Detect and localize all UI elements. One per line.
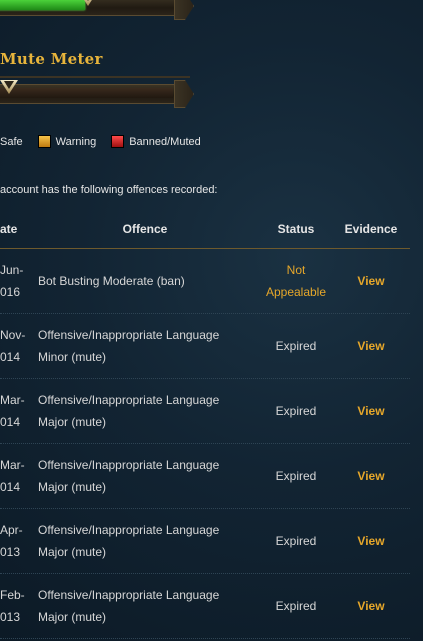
banned-swatch-icon — [111, 135, 125, 148]
table-row: Feb- 013 Offensive/Inappropriate Languag… — [0, 574, 410, 639]
offence-date-line1: Nov- — [0, 328, 26, 342]
mute-meter-bar — [0, 88, 173, 98]
evidence-cell: View — [340, 599, 402, 613]
offence-date-line2: 016 — [0, 285, 21, 299]
offence-name: Offensive/Inappropriate Language Major (… — [38, 393, 220, 429]
offence-status: Expired — [275, 404, 317, 418]
offence-status-line1: Not — [286, 263, 306, 277]
offence-name: Offensive/Inappropriate Language Major (… — [38, 588, 220, 624]
ban-meter-end-cap — [174, 0, 194, 20]
offence-status-line2: Appealable — [265, 285, 327, 299]
offence-status: Expired — [275, 534, 317, 548]
offence-date-line1: Mar- — [0, 458, 25, 472]
mute-meter — [0, 80, 196, 108]
header-evidence: Evidence — [344, 222, 398, 236]
legend-label-warning: Warning — [55, 135, 97, 148]
table-row: Jun- 016 Bot Busting Moderate (ban) Not … — [0, 249, 410, 314]
header-status: Status — [277, 222, 315, 236]
offence-name: Offensive/Inappropriate Language Minor (… — [38, 328, 220, 364]
offence-status: Not Appealable — [252, 259, 340, 303]
offence-date-line2: 014 — [0, 480, 21, 494]
legend-label-banned: Banned/Muted — [129, 135, 201, 148]
evidence-cell: View — [340, 469, 402, 483]
evidence-cell: View — [340, 339, 402, 353]
offence-date: Jun- 016 — [0, 259, 36, 303]
legend-label-safe: Safe — [0, 135, 23, 148]
offence-date: Apr- 013 — [0, 519, 36, 563]
offence-status: Expired — [275, 339, 317, 353]
offence-date-line2: 013 — [0, 610, 21, 624]
offences-intro-text: account has the following offences recor… — [0, 184, 218, 196]
offence-date: Feb- 013 — [0, 584, 36, 628]
table-row: Apr- 013 Offensive/Inappropriate Languag… — [0, 509, 410, 574]
offence-date: Mar- 014 — [0, 454, 36, 498]
offences-table: ate Offence Status Evidence Jun- 016 Bot… — [0, 210, 410, 639]
mute-meter-end-cap — [174, 80, 194, 108]
offence-date-line1: Feb- — [0, 588, 25, 602]
offence-name: Offensive/Inappropriate Language Major (… — [38, 458, 220, 494]
evidence-cell: View — [340, 534, 402, 548]
view-evidence-link[interactable]: View — [357, 469, 384, 483]
view-evidence-link[interactable]: View — [357, 339, 384, 353]
offence-date-line1: Jun- — [0, 263, 24, 277]
offence-name: Bot Busting Moderate (ban) — [38, 274, 185, 288]
table-row: Mar- 014 Offensive/Inappropriate Languag… — [0, 379, 410, 444]
ban-meter — [0, 0, 196, 20]
view-evidence-link[interactable]: View — [357, 404, 384, 418]
view-evidence-link[interactable]: View — [357, 599, 384, 613]
table-row: Nov- 014 Offensive/Inappropriate Languag… — [0, 314, 410, 379]
table-row: Mar- 014 Offensive/Inappropriate Languag… — [0, 444, 410, 509]
view-evidence-link[interactable]: View — [357, 534, 384, 548]
header-date: ate — [0, 222, 18, 236]
table-header: ate Offence Status Evidence — [0, 210, 410, 249]
offence-date: Nov- 014 — [0, 324, 36, 368]
offence-date: Mar- 014 — [0, 389, 36, 433]
offence-date-line2: 014 — [0, 350, 21, 364]
legend-item-banned: Banned/Muted — [111, 135, 201, 148]
header-offence: Offence — [122, 222, 168, 236]
mute-meter-divider — [0, 76, 190, 78]
warning-swatch-icon — [37, 135, 51, 148]
mute-meter-title: Mute Meter — [0, 50, 103, 68]
offence-date-line2: 014 — [0, 415, 21, 429]
meter-legend: Safe Warning Banned/Muted — [0, 135, 216, 148]
offence-status: Expired — [275, 599, 317, 613]
offence-date-line1: Mar- — [0, 393, 25, 407]
offence-date-line2: 013 — [0, 545, 21, 559]
ban-meter-fill — [0, 0, 85, 10]
evidence-cell: View — [340, 404, 402, 418]
legend-item-safe: Safe — [0, 136, 23, 148]
legend-item-warning: Warning — [37, 135, 97, 148]
evidence-cell: View — [340, 274, 402, 288]
offence-date-line1: Apr- — [0, 523, 23, 537]
offence-status: Expired — [275, 469, 317, 483]
offence-name: Offensive/Inappropriate Language Major (… — [38, 523, 220, 559]
view-evidence-link[interactable]: View — [357, 274, 384, 288]
